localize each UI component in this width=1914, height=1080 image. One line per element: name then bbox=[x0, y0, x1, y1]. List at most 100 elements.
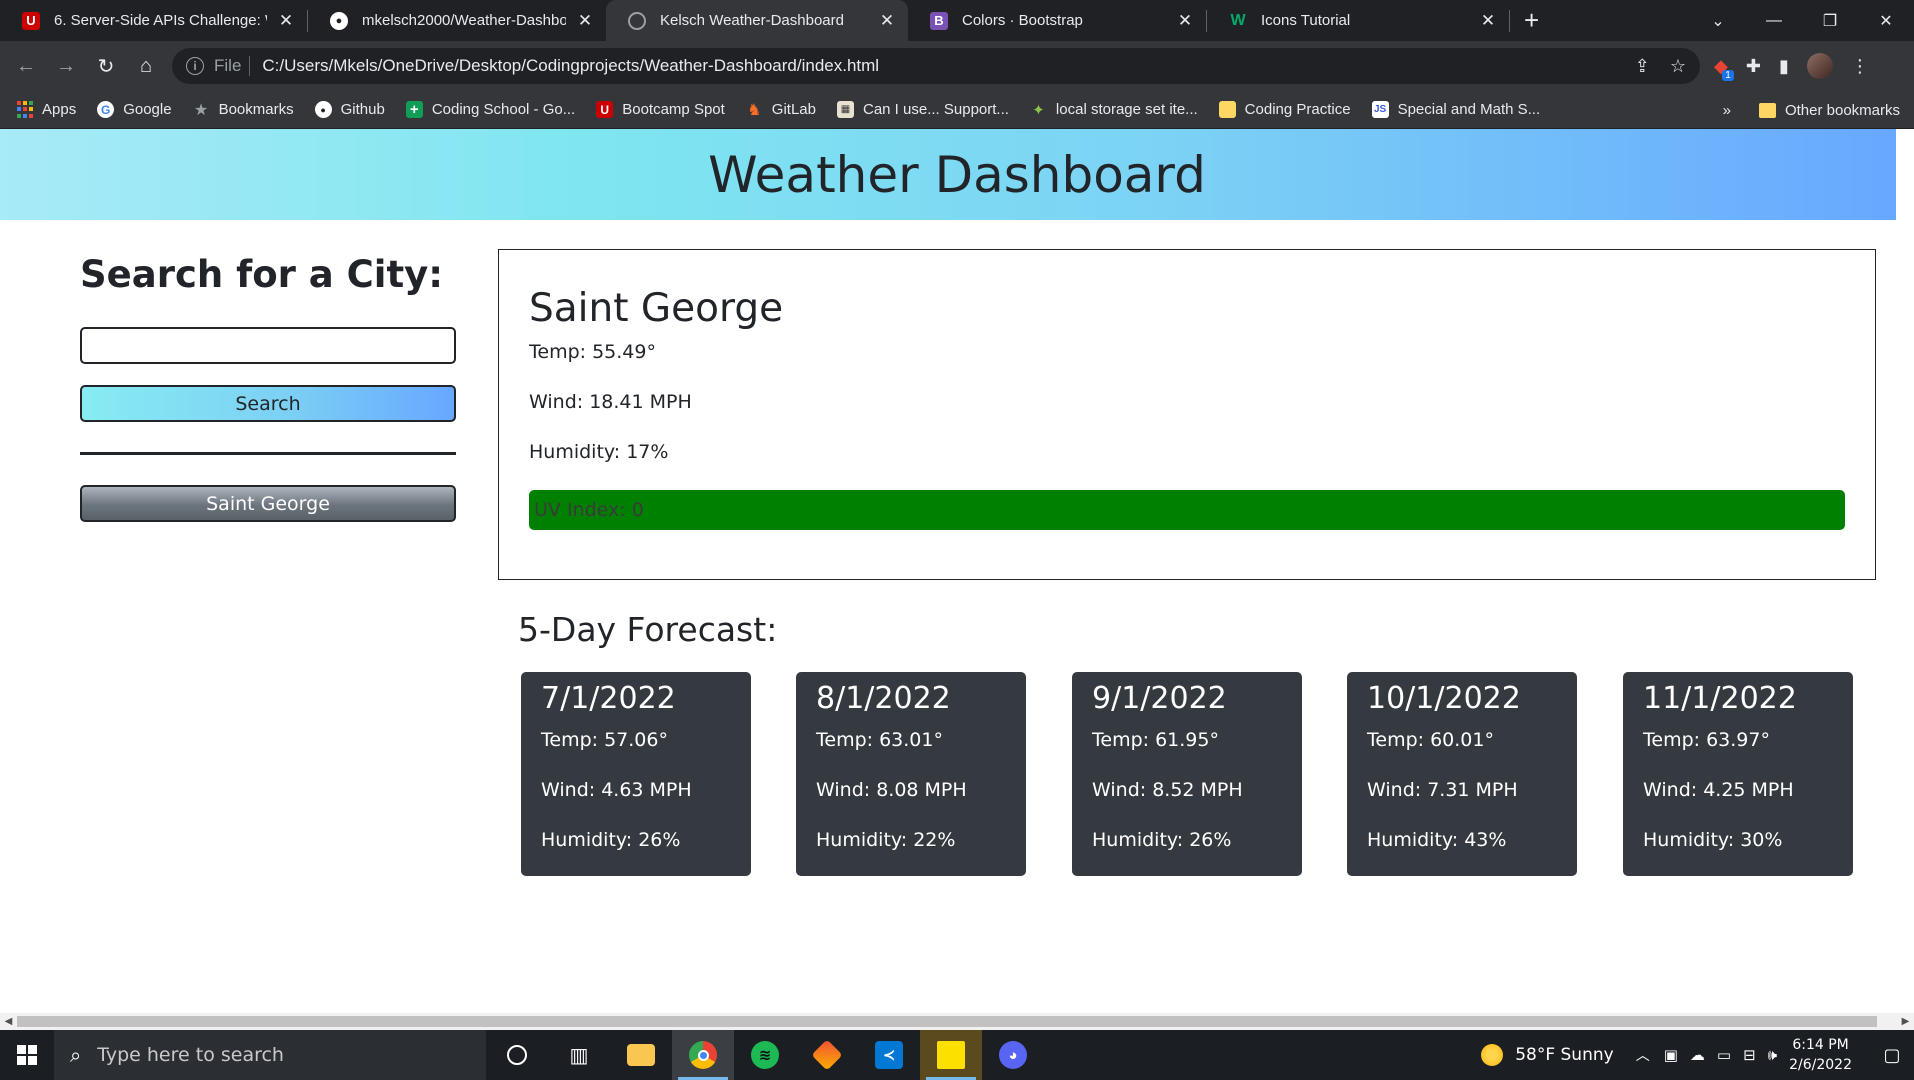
puzzle-icon[interactable]: ✚ bbox=[1746, 56, 1761, 77]
url-text[interactable]: C:/Users/Mkels/OneDrive/Desktop/Codingpr… bbox=[262, 56, 879, 76]
site-info-icon[interactable]: i bbox=[186, 57, 204, 75]
chevron-up-icon[interactable]: ︿ bbox=[1636, 1045, 1650, 1065]
bookmark-github[interactable]: ● Github bbox=[314, 101, 385, 118]
scroll-left-icon[interactable]: ◀ bbox=[0, 1013, 17, 1030]
network-icon[interactable]: ⊟ bbox=[1743, 1046, 1756, 1064]
tab-weather-dashboard[interactable]: Kelsch Weather-Dashboard ✕ bbox=[606, 0, 908, 41]
forecast-date: 9/1/2022 bbox=[1092, 681, 1227, 716]
window-close-icon[interactable]: ✕ bbox=[1858, 11, 1914, 31]
forecast-wind: Wind: 4.25 MPH bbox=[1643, 779, 1794, 801]
minimize-icon[interactable]: — bbox=[1746, 12, 1802, 30]
bookmark-bookmarks[interactable]: ★ Bookmarks bbox=[193, 101, 294, 119]
forecast-date: 11/1/2022 bbox=[1643, 681, 1797, 716]
forecast-temp: Temp: 63.97° bbox=[1643, 729, 1770, 751]
tab-search-chevron-icon[interactable]: ⌄ bbox=[1690, 11, 1746, 31]
bookmark-caniuse[interactable]: ▦ Can I use... Support... bbox=[837, 101, 1009, 118]
cortana-icon[interactable] bbox=[486, 1030, 548, 1080]
back-arrow-icon[interactable]: ← bbox=[6, 55, 46, 78]
taskbar-search-box[interactable]: ⌕ Type here to search bbox=[54, 1030, 486, 1080]
volume-icon[interactable]: 🕪 bbox=[1768, 1046, 1777, 1064]
new-tab-plus-icon[interactable]: + bbox=[1524, 5, 1539, 36]
file-explorer-icon[interactable] bbox=[610, 1030, 672, 1080]
chrome-icon[interactable] bbox=[672, 1030, 734, 1080]
bookmarks-bar: Apps G Google ★ Bookmarks ● Github + Cod… bbox=[0, 91, 1914, 129]
forecast-card: 10/1/2022 Temp: 60.01° Wind: 7.31 MPH Hu… bbox=[1347, 672, 1577, 876]
close-icon[interactable]: ✕ bbox=[576, 11, 594, 31]
close-icon[interactable]: ✕ bbox=[878, 11, 896, 31]
meet-now-icon[interactable]: ▣ bbox=[1664, 1046, 1678, 1064]
system-clock[interactable]: 6:14 PM 2/6/2022 bbox=[1789, 1035, 1852, 1075]
home-icon[interactable]: ⌂ bbox=[126, 55, 166, 78]
forecast-temp: Temp: 60.01° bbox=[1367, 729, 1494, 751]
w3schools-icon: W bbox=[1230, 11, 1246, 29]
tab-bootstrap-colors[interactable]: B Colors · Bootstrap ✕ bbox=[908, 0, 1206, 41]
battery-icon[interactable]: ▭ bbox=[1717, 1046, 1731, 1064]
spotify-icon[interactable]: ≋ bbox=[734, 1030, 796, 1080]
tab-title: Icons Tutorial bbox=[1261, 12, 1351, 29]
kebab-menu-icon[interactable]: ⋮ bbox=[1851, 56, 1869, 77]
horizontal-scrollbar[interactable]: ◀ ▶ bbox=[0, 1013, 1914, 1030]
forecast-temp: Temp: 63.01° bbox=[816, 729, 943, 751]
browser-tab-strip: U 6. Server-Side APIs Challenge: W ✕ ● m… bbox=[0, 0, 1914, 41]
forecast-date: 7/1/2022 bbox=[541, 681, 676, 716]
close-icon[interactable]: ✕ bbox=[1479, 11, 1497, 31]
history-button-saint-george[interactable]: Saint George bbox=[80, 485, 456, 522]
scroll-right-icon[interactable]: ▶ bbox=[1897, 1013, 1914, 1030]
bookmark-label: Apps bbox=[42, 101, 77, 118]
bookmark-label: Coding School - Go... bbox=[431, 101, 576, 118]
city-search-input[interactable] bbox=[80, 327, 456, 364]
weather-widget[interactable]: 58°F Sunny bbox=[1515, 1045, 1614, 1065]
forward-arrow-icon[interactable]: → bbox=[46, 55, 86, 78]
restore-icon[interactable]: ❐ bbox=[1802, 11, 1858, 31]
gitlab-icon: ♞ bbox=[747, 101, 762, 119]
bookmark-bootcamp-spot[interactable]: U Bootcamp Spot bbox=[596, 101, 725, 118]
notifications-icon[interactable]: ▢ bbox=[1870, 1030, 1914, 1080]
side-panel-icon[interactable]: ▮ bbox=[1779, 56, 1789, 77]
close-icon[interactable]: ✕ bbox=[1176, 11, 1194, 31]
bookmark-google[interactable]: G Google bbox=[97, 101, 172, 118]
bookmark-gitlab[interactable]: ♞ GitLab bbox=[746, 101, 816, 119]
forecast-humidity: Humidity: 30% bbox=[1643, 829, 1783, 851]
google-icon: G bbox=[97, 101, 115, 118]
git-icon[interactable] bbox=[796, 1030, 858, 1080]
address-bar[interactable]: i File C:/Users/Mkels/OneDrive/Desktop/C… bbox=[172, 48, 1700, 84]
sticky-notes-icon[interactable] bbox=[920, 1030, 982, 1080]
tab-challenge[interactable]: U 6. Server-Side APIs Challenge: W ✕ bbox=[0, 0, 307, 41]
profile-avatar[interactable] bbox=[1806, 53, 1833, 79]
tab-github-repo[interactable]: ● mkelsch2000/Weather-Dashboar ✕ bbox=[308, 0, 606, 41]
bookmark-special-math[interactable]: JS Special and Math S... bbox=[1371, 101, 1540, 118]
sun-icon bbox=[1481, 1044, 1504, 1066]
uv-index-bar: UV Index: 0 bbox=[529, 490, 1845, 530]
forecast-date: 10/1/2022 bbox=[1367, 681, 1521, 716]
bookmark-coding-school[interactable]: + Coding School - Go... bbox=[405, 101, 576, 118]
folder-icon bbox=[1218, 101, 1236, 118]
forecast-humidity: Humidity: 26% bbox=[541, 829, 681, 851]
caniuse-icon: ▦ bbox=[837, 101, 854, 118]
close-icon[interactable]: ✕ bbox=[277, 11, 295, 31]
apps-grid-icon bbox=[16, 101, 33, 118]
task-view-icon[interactable]: ▥ bbox=[548, 1030, 610, 1080]
extension-badge-icon[interactable]: ◆ 1 bbox=[1714, 56, 1734, 81]
extension-area: ◆ 1 ✚ ▮ ⋮ bbox=[1714, 41, 1869, 91]
vscode-icon[interactable]: ≺ bbox=[858, 1030, 920, 1080]
bookmark-label: Bootcamp Spot bbox=[622, 101, 725, 118]
github-icon: ● bbox=[314, 101, 332, 118]
search-heading: Search for a City: bbox=[80, 253, 444, 296]
windows-start-icon[interactable] bbox=[0, 1030, 54, 1080]
discord-icon[interactable]: ◕ bbox=[982, 1030, 1044, 1080]
reload-icon[interactable]: ↻ bbox=[86, 54, 126, 79]
bookmark-apps[interactable]: Apps bbox=[16, 101, 76, 118]
other-bookmarks[interactable]: Other bookmarks bbox=[1785, 102, 1900, 119]
plus-icon: + bbox=[405, 101, 423, 118]
tab-icons-tutorial[interactable]: W Icons Tutorial ✕ bbox=[1207, 0, 1509, 41]
bookmark-coding-practice[interactable]: Coding Practice bbox=[1218, 101, 1351, 118]
scrollbar-thumb[interactable] bbox=[17, 1016, 1877, 1027]
bookmark-label: Can I use... Support... bbox=[863, 101, 1009, 118]
onedrive-icon[interactable]: ☁ bbox=[1690, 1046, 1705, 1064]
bookmark-local-storage[interactable]: ✦ local storage set ite... bbox=[1030, 101, 1198, 119]
bookmarks-overflow-icon[interactable]: » bbox=[1723, 102, 1731, 119]
search-button[interactable]: Search bbox=[80, 385, 456, 422]
share-icon[interactable]: ⇪ bbox=[1635, 56, 1650, 77]
tab-title: Kelsch Weather-Dashboard bbox=[660, 12, 844, 29]
bookmark-star-icon[interactable]: ☆ bbox=[1670, 56, 1686, 77]
